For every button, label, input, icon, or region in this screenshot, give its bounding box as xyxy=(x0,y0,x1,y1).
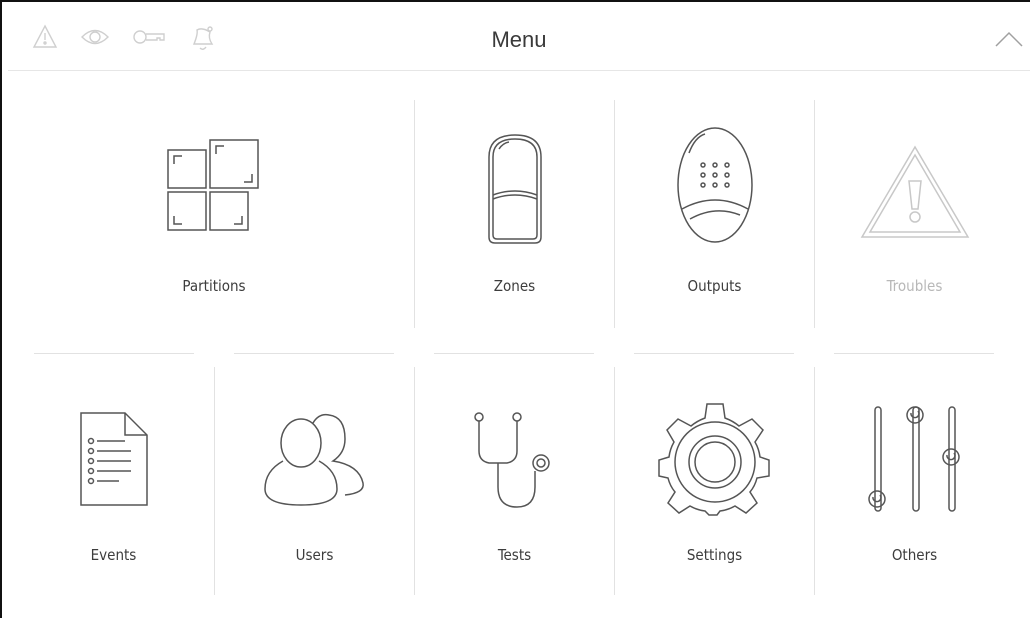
motion-detector-icon xyxy=(415,133,614,245)
window-border-top xyxy=(0,0,1030,2)
document-list-icon xyxy=(14,411,213,507)
menu-tile-tests[interactable]: Tests xyxy=(415,367,614,595)
divider xyxy=(414,100,415,328)
menu-tile-settings[interactable]: Settings xyxy=(615,367,814,595)
menu-tile-others[interactable]: Others xyxy=(815,367,1014,595)
divider xyxy=(214,367,215,595)
menu-label-outputs: Outputs xyxy=(687,277,742,295)
menu-tile-outputs[interactable]: Outputs xyxy=(615,100,814,328)
divider xyxy=(834,353,994,354)
divider xyxy=(234,353,394,354)
collapse-button[interactable] xyxy=(992,24,1026,54)
menu-label-events: Events xyxy=(90,546,137,564)
partitions-grid-icon xyxy=(14,138,414,234)
divider xyxy=(414,367,415,595)
menu-tile-zones[interactable]: Zones xyxy=(415,100,614,328)
menu-label-users: Users xyxy=(295,546,334,564)
app-window: Menu Partitions Zones Outputs Troubles E… xyxy=(0,0,1030,618)
menu-label-zones: Zones xyxy=(493,277,536,295)
menu-tile-events[interactable]: Events xyxy=(14,367,213,595)
page-title: Menu xyxy=(491,27,547,52)
sliders-icon xyxy=(815,405,1014,513)
menu-label-settings: Settings xyxy=(686,546,743,564)
divider xyxy=(614,100,615,328)
window-border-left xyxy=(0,0,2,618)
divider xyxy=(614,367,615,595)
divider xyxy=(434,353,594,354)
menu-label-tests: Tests xyxy=(497,546,532,564)
siren-icon xyxy=(615,125,814,245)
menu-tile-users[interactable]: Users xyxy=(215,367,414,595)
top-bar: Menu xyxy=(8,10,1030,71)
stethoscope-icon xyxy=(415,411,614,511)
divider xyxy=(814,367,815,595)
users-icon xyxy=(215,411,414,507)
menu-tile-partitions[interactable]: Partitions xyxy=(14,100,414,328)
divider xyxy=(634,353,794,354)
menu-label-others: Others xyxy=(891,546,938,564)
divider xyxy=(34,353,194,354)
warning-triangle-icon xyxy=(815,145,1014,241)
menu-label-partitions: Partitions xyxy=(182,277,246,295)
menu-tile-troubles[interactable]: Troubles xyxy=(815,100,1014,328)
chevron-up-icon xyxy=(995,31,1023,47)
divider xyxy=(814,100,815,328)
menu-label-troubles: Troubles xyxy=(886,277,943,295)
gear-icon xyxy=(615,402,814,518)
